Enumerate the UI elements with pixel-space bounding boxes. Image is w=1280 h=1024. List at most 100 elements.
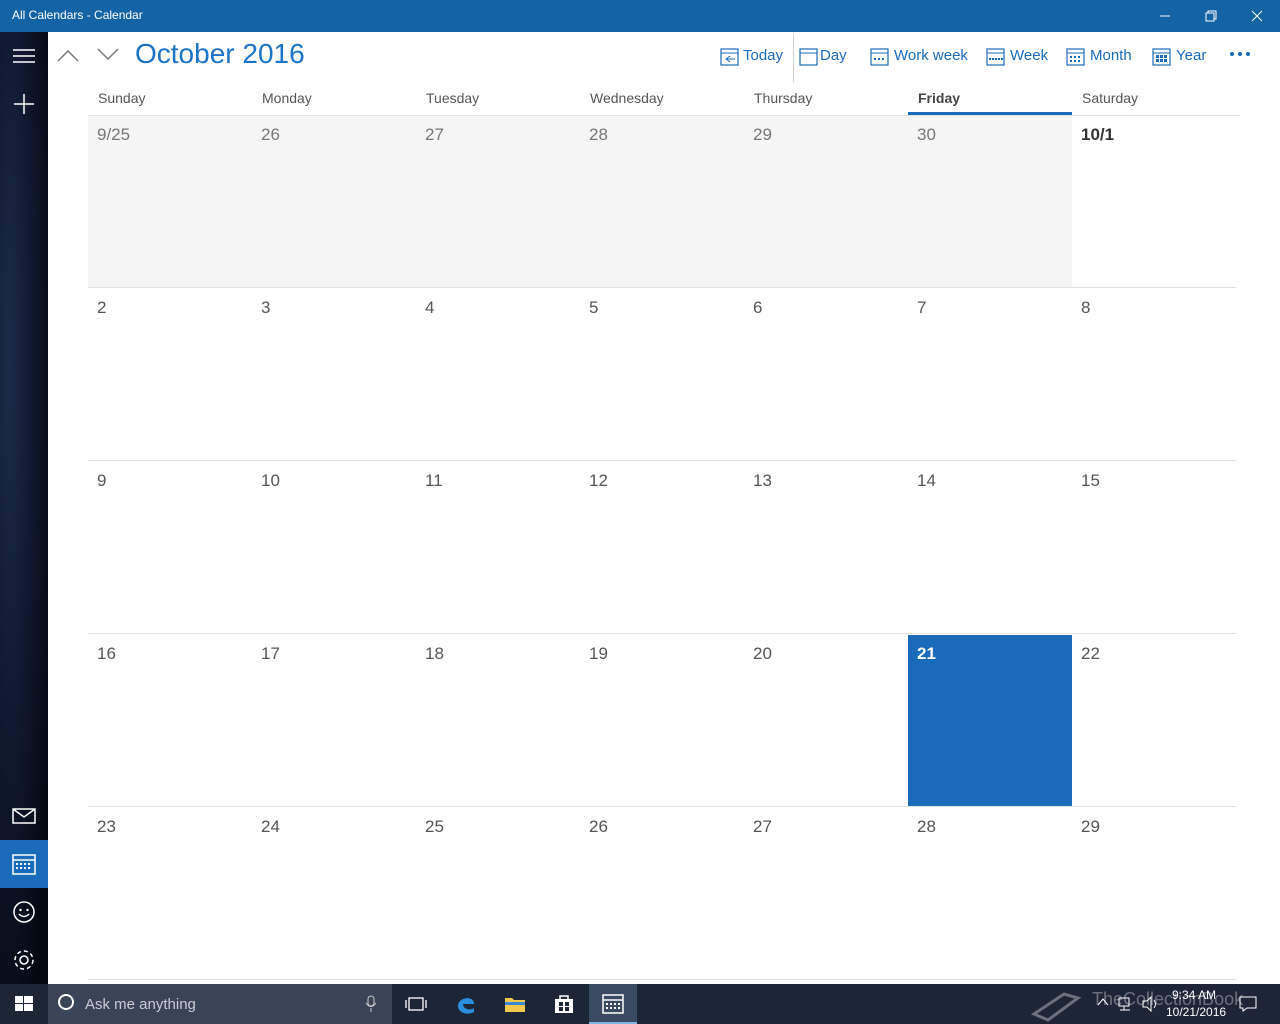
work-week-view-label: Work week	[894, 47, 968, 64]
day-cell[interactable]: 21	[908, 635, 1072, 807]
store-icon	[555, 995, 573, 1013]
day-header-friday-label: Friday	[918, 90, 961, 106]
day-number: 22	[1081, 644, 1100, 663]
microphone-icon[interactable]	[364, 995, 378, 1013]
day-cell[interactable]: 3	[252, 289, 416, 461]
close-icon	[1251, 10, 1263, 22]
day-cell[interactable]: 23	[88, 808, 252, 980]
calendar-icon	[12, 854, 36, 875]
day-number: 20	[753, 644, 772, 663]
day-cell[interactable]: 30	[908, 116, 1072, 288]
day-cell[interactable]: 15	[1072, 462, 1236, 634]
day-number: 12	[589, 471, 608, 490]
today-label: Today	[743, 47, 784, 64]
start-button[interactable]	[0, 984, 48, 1024]
people-button[interactable]	[0, 888, 48, 936]
hamburger-menu-button[interactable]	[0, 32, 48, 80]
calendar-taskbar-button[interactable]	[589, 984, 637, 1024]
clock-date[interactable]: 10/21/2016	[1166, 1005, 1226, 1019]
day-number: 5	[589, 298, 599, 317]
day-cell[interactable]: 14	[908, 462, 1072, 634]
day-cell[interactable]: 13	[744, 462, 908, 634]
day-cell[interactable]: 24	[252, 808, 416, 980]
day-number: 21	[917, 644, 936, 663]
day-cell[interactable]: 2	[88, 289, 252, 461]
more-options-button[interactable]	[1228, 44, 1254, 64]
day-cell[interactable]: 12	[580, 462, 744, 634]
day-cell[interactable]: 29	[1072, 808, 1236, 980]
day-cell[interactable]: 22	[1072, 635, 1236, 807]
day-cell[interactable]: 18	[416, 635, 580, 807]
day-cell[interactable]: 4	[416, 289, 580, 461]
volume-icon[interactable]	[1142, 996, 1160, 1012]
day-cell[interactable]: 29	[744, 116, 908, 288]
week-view-label: Week	[1010, 47, 1049, 64]
day-cell[interactable]: 16	[88, 635, 252, 807]
mail-button[interactable]	[0, 792, 48, 840]
previous-month-button[interactable]	[54, 42, 82, 70]
store-button[interactable]	[540, 984, 588, 1024]
minimize-icon	[1160, 15, 1170, 17]
day-cell[interactable]: 5	[580, 289, 744, 461]
title-bar: All Calendars - Calendar	[0, 0, 1280, 32]
calendar-button[interactable]	[0, 840, 48, 888]
chevron-up-tray-icon[interactable]	[1097, 996, 1109, 1008]
file-explorer-button[interactable]	[491, 984, 539, 1024]
clock-time[interactable]: 9:34 AM	[1172, 988, 1216, 1002]
month-view-label: Month	[1090, 47, 1132, 64]
task-view-icon	[405, 997, 427, 1011]
day-cell[interactable]: 27	[744, 808, 908, 980]
settings-icon	[14, 950, 34, 970]
day-cell[interactable]: 6	[744, 289, 908, 461]
day-cell[interactable]: 26	[252, 116, 416, 288]
day-cell[interactable]: 19	[580, 635, 744, 807]
next-month-button[interactable]	[94, 42, 122, 70]
action-center-icon[interactable]	[1239, 996, 1257, 1012]
day-cell[interactable]: 10	[252, 462, 416, 634]
day-cell[interactable]: 26	[580, 808, 744, 980]
day-cell[interactable]: 7	[908, 289, 1072, 461]
day-number: 4	[425, 298, 435, 317]
restore-button[interactable]	[1188, 0, 1234, 32]
day-cell[interactable]: 28	[908, 808, 1072, 980]
day-number: 27	[753, 817, 772, 836]
new-event-icon	[14, 94, 34, 114]
day-cell[interactable]: 20	[744, 635, 908, 807]
day-cell[interactable]: 10/1	[1072, 116, 1236, 288]
year-view-label: Year	[1176, 47, 1207, 64]
day-number: 14	[917, 471, 936, 490]
day-cell[interactable]: 17	[252, 635, 416, 807]
day-header-monday: Monday	[262, 90, 312, 106]
day-number: 19	[589, 644, 608, 663]
watermark-book-icon	[1030, 992, 1082, 1022]
settings-button[interactable]	[0, 936, 48, 984]
day-cell[interactable]: 25	[416, 808, 580, 980]
today-icon	[720, 48, 739, 66]
day-cell[interactable]: 9	[88, 462, 252, 634]
day-cell[interactable]: 9/25	[88, 116, 252, 288]
search-box[interactable]: Ask me anything	[48, 984, 392, 1024]
edge-button[interactable]	[442, 984, 490, 1024]
new-event-button[interactable]	[0, 80, 48, 128]
network-icon[interactable]	[1118, 996, 1134, 1012]
day-number: 30	[917, 125, 936, 144]
day-cell[interactable]: 28	[580, 116, 744, 288]
day-number: 9/25	[97, 125, 131, 144]
day-header-thursday: Thursday	[754, 90, 813, 106]
day-cell[interactable]: 27	[416, 116, 580, 288]
chevron-down-icon	[97, 48, 119, 61]
minimize-button[interactable]	[1142, 0, 1188, 32]
day-number: 27	[425, 125, 444, 144]
task-view-button[interactable]	[392, 984, 440, 1024]
cortana-icon	[58, 994, 74, 1010]
taskbar: Ask me anything TheCollectionBook 9:34 A…	[0, 984, 1280, 1024]
close-button[interactable]	[1234, 0, 1280, 32]
day-cell[interactable]: 11	[416, 462, 580, 634]
work-week-view-icon	[870, 48, 889, 66]
day-number: 7	[917, 298, 927, 317]
day-header-tuesday: Tuesday	[426, 90, 480, 106]
month-title[interactable]: October 2016	[135, 38, 305, 70]
edge-icon	[458, 998, 474, 1014]
day-cell[interactable]: 8	[1072, 289, 1236, 461]
week-view-icon	[986, 48, 1005, 66]
